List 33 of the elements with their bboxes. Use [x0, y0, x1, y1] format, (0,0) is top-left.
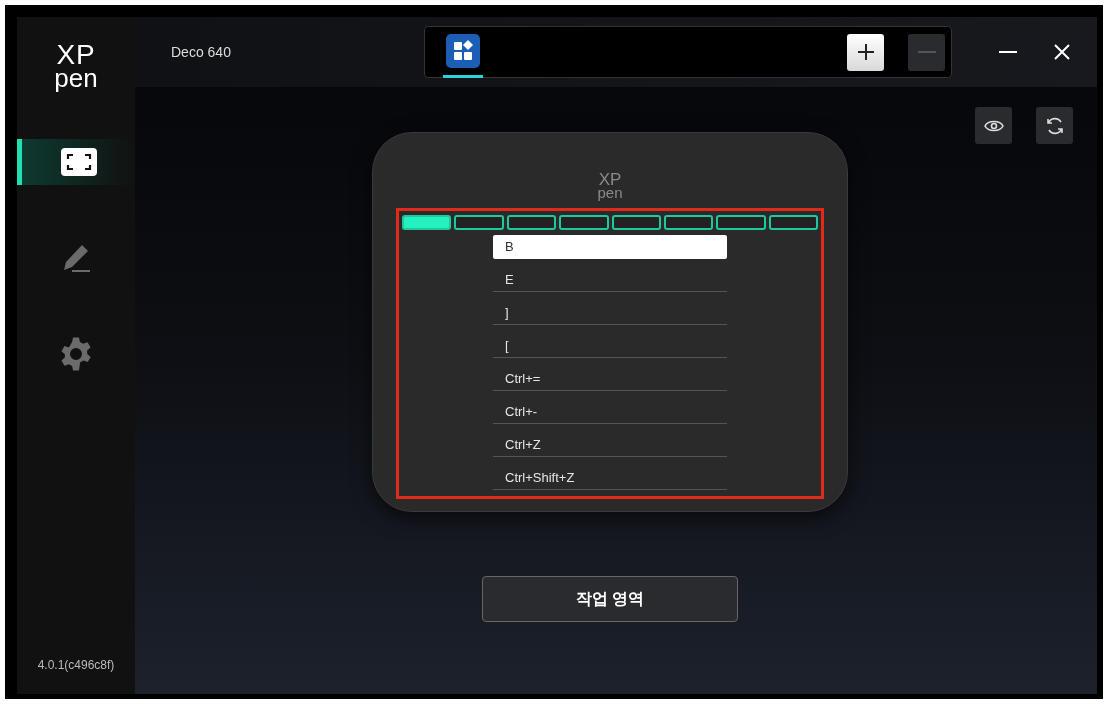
refresh-icon [1044, 115, 1065, 136]
work-area-button[interactable]: 작업 영역 [482, 576, 738, 622]
express-key[interactable] [663, 215, 714, 230]
express-key[interactable] [559, 215, 609, 230]
device-name: Deco 640 [171, 42, 232, 62]
refresh-button[interactable] [1036, 107, 1073, 144]
app-grid-icon [446, 33, 480, 68]
shortcut-field[interactable]: B [493, 235, 727, 259]
minus-icon [917, 50, 936, 54]
express-key[interactable] [454, 215, 504, 230]
express-key[interactable] [506, 215, 557, 230]
close-icon [1054, 44, 1070, 60]
express-key[interactable] [611, 215, 661, 230]
shortcut-field[interactable]: Ctrl+Z [493, 433, 727, 457]
add-button[interactable] [847, 33, 884, 71]
shortcut-field[interactable]: Ctrl+= [493, 367, 727, 391]
express-key[interactable] [402, 215, 452, 230]
shortcut-field[interactable]: Ctrl+Shift+Z [493, 466, 727, 490]
logo: XP pen [54, 41, 98, 91]
shortcut-field[interactable]: E [493, 268, 727, 292]
version-label: 4.0.1(c496c8f) [37, 657, 115, 674]
preview-button[interactable] [975, 107, 1012, 144]
shortcut-field[interactable]: [ [493, 334, 727, 358]
minimize-icon [999, 50, 1017, 54]
tablet-logo: XP pen [597, 171, 623, 200]
remove-button[interactable] [908, 33, 945, 71]
express-key[interactable] [716, 215, 766, 230]
eye-icon [983, 118, 1004, 133]
express-key[interactable] [768, 215, 818, 230]
shortcut-field[interactable]: ] [493, 301, 727, 325]
plus-icon [856, 43, 875, 61]
shortcut-field[interactable]: Ctrl+- [493, 400, 727, 424]
frame-icon [60, 148, 97, 176]
